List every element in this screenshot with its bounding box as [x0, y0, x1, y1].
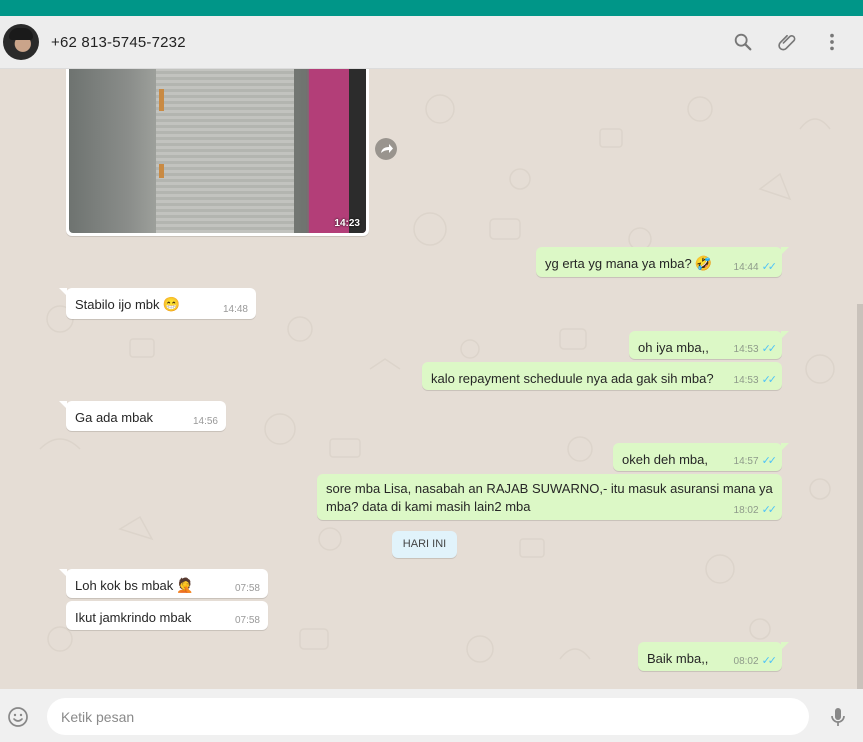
message-meta: 18:02 ✓✓ [733, 503, 778, 516]
microphone-icon[interactable] [826, 705, 850, 729]
smiley-icon[interactable] [6, 705, 30, 729]
message-text: oh iya mba,, [638, 340, 709, 355]
message-text: okeh deh mba, [622, 452, 709, 467]
message-meta: 14:56 [193, 416, 218, 427]
message-meta: 14:53 ✓✓ [733, 342, 778, 355]
read-ticks-icon: ✓✓ [761, 655, 778, 667]
message-text-line: sore mba Lisa, nasabah an RAJAB SUWARNO,… [326, 481, 773, 496]
message-meta: 08:02 ✓✓ [733, 654, 778, 667]
search-icon[interactable] [732, 31, 754, 53]
message-time: 14:57 [733, 456, 759, 467]
message-time: 14:44 [733, 262, 759, 273]
photo-thumbnail[interactable]: 14:23 [69, 69, 366, 233]
image-message[interactable]: 14:23 [66, 69, 369, 236]
photo-detail [159, 164, 164, 178]
scrollbar[interactable] [857, 304, 863, 689]
avatar[interactable] [3, 24, 39, 60]
message-meta: 14:44 ✓✓ [733, 260, 778, 273]
message-text: Ga ada mbak [75, 410, 154, 425]
message-text: yg erta yg mana ya mba? [545, 256, 692, 271]
message-text: Baik mba,, [647, 651, 709, 666]
message-time: 14:48 [222, 304, 248, 315]
attach-icon[interactable] [777, 31, 799, 53]
message-area[interactable]: 14:23 yg erta yg mana ya mba? 🤣 14:44 ✓✓ S… [0, 69, 863, 689]
media-timestamp: 14:23 [334, 218, 360, 229]
message-outgoing[interactable]: kalo repayment scheduule nya ada gak sih… [422, 362, 782, 390]
emoji: 😁 [162, 296, 180, 312]
read-ticks-icon: ✓✓ [761, 455, 778, 467]
contact-name[interactable]: +62 813-5745-7232 [51, 34, 186, 51]
message-incoming[interactable]: Ikut jamkrindo mbak 07:58 [66, 601, 268, 630]
message-outgoing[interactable]: okeh deh mba, 14:57 ✓✓ [613, 443, 789, 471]
read-ticks-icon: ✓✓ [761, 343, 778, 355]
message-time: 07:58 [234, 615, 260, 626]
forward-icon[interactable] [375, 138, 397, 160]
message-meta: 07:58 [235, 615, 260, 626]
message-incoming[interactable]: Stabilo ijo mbk 😁 14:48 [59, 288, 256, 319]
message-text: kalo repayment scheduule nya ada gak sih… [431, 371, 714, 386]
message-time: 08:02 [733, 656, 759, 667]
menu-icon[interactable] [821, 31, 843, 53]
message-meta: 14:48 [223, 304, 248, 315]
message-time: 14:53 [733, 344, 759, 355]
message-time: 07:58 [234, 583, 260, 594]
message-outgoing[interactable]: Baik mba,, 08:02 ✓✓ [638, 642, 789, 671]
day-separator: HARI INI [392, 531, 457, 558]
chat-header: +62 813-5745-7232 [0, 16, 863, 69]
message-incoming[interactable]: Ga ada mbak 14:56 [59, 401, 226, 431]
message-meta: 14:53 ✓✓ [733, 373, 778, 386]
message-text: Ikut jamkrindo mbak [75, 610, 192, 625]
message-incoming[interactable]: Loh kok bs mbak 🤦 07:58 [59, 569, 268, 598]
message-text-line: mba? data di kami masih lain2 mba [326, 499, 531, 514]
message-outgoing[interactable]: oh iya mba,, 14:53 ✓✓ [629, 331, 789, 359]
message-time: 18:02 [733, 505, 759, 516]
emoji: 🤦 [176, 577, 194, 593]
message-outgoing[interactable]: sore mba Lisa, nasabah an RAJAB SUWARNO,… [317, 474, 782, 520]
message-meta: 14:57 ✓✓ [733, 454, 778, 467]
compose-bar [0, 689, 863, 742]
read-ticks-icon: ✓✓ [761, 261, 778, 273]
message-input[interactable] [47, 698, 809, 735]
message-text: Loh kok bs mbak [75, 578, 174, 593]
read-ticks-icon: ✓✓ [761, 504, 778, 516]
message-outgoing[interactable]: yg erta yg mana ya mba? 🤣 14:44 ✓✓ [536, 247, 789, 277]
photo-detail [309, 69, 366, 233]
message-time: 14:56 [192, 416, 218, 427]
emoji: 🤣 [694, 255, 713, 271]
message-time: 14:53 [733, 375, 759, 386]
read-ticks-icon: ✓✓ [761, 374, 778, 386]
message-text: Stabilo ijo mbk [75, 297, 160, 312]
message-meta: 07:58 [235, 583, 260, 594]
top-accent-band [0, 0, 863, 16]
photo-detail [159, 89, 164, 111]
photo-screen [156, 69, 294, 233]
